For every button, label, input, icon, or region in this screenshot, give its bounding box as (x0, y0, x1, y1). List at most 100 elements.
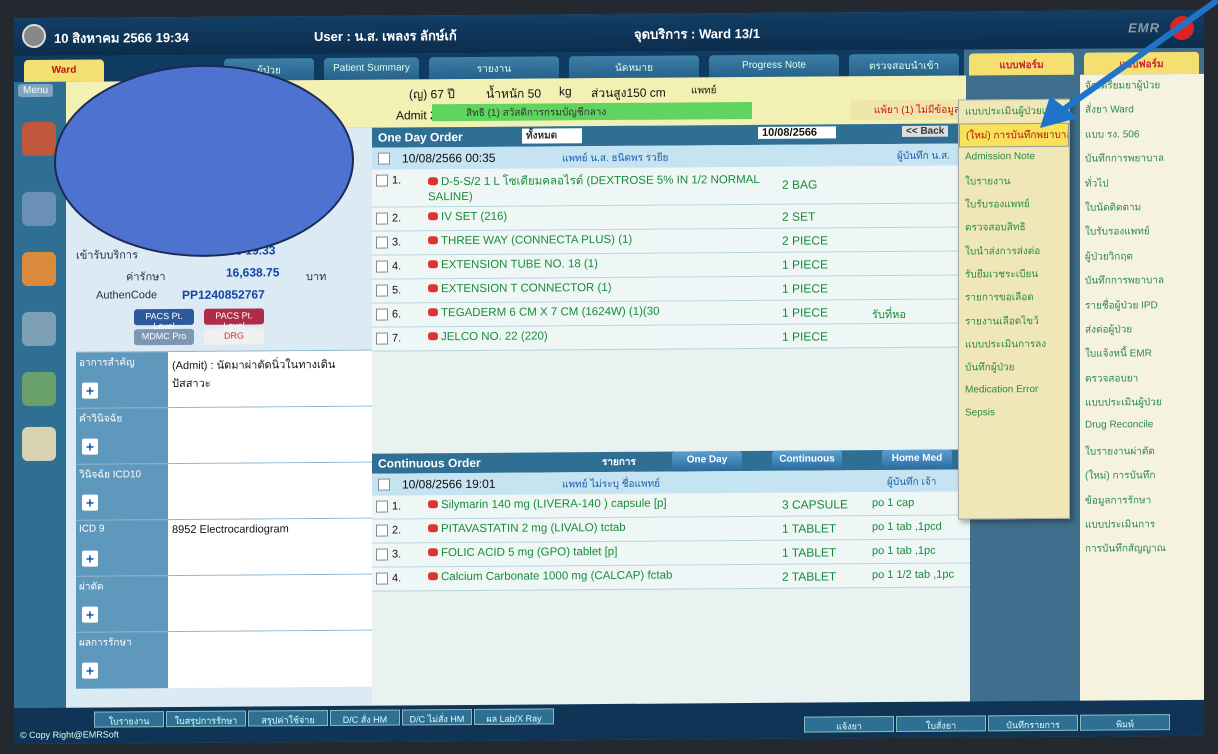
field-value[interactable] (168, 406, 372, 465)
oneday-filter-select[interactable]: ทั้งหมด (522, 128, 582, 144)
field-value[interactable] (168, 462, 372, 521)
bottom-button[interactable]: ใบสรุปการรักษา (166, 710, 246, 728)
dropdown-item[interactable]: ใบรับรองแพทย์ (959, 193, 1069, 217)
field-value[interactable]: (Admit) : นัดมาผ่าตัดนิ่วในทางเดินปัสสาว… (168, 350, 372, 409)
bottom-right-button[interactable]: พิมพ์ (1080, 714, 1170, 731)
row-checkbox[interactable] (376, 548, 388, 561)
drg-button[interactable]: DRG (204, 328, 264, 345)
tab-verify[interactable]: ตรวจสอบนำเข้า (849, 53, 959, 77)
right-menu-item[interactable]: Drug Reconcile (1080, 415, 1204, 440)
dropdown-item[interactable]: รายงานเลือดไขว้ (959, 309, 1069, 333)
user-icon[interactable]: + (82, 662, 98, 679)
bottom-right-button[interactable]: ใบสั่งยา (896, 715, 986, 732)
order-row[interactable]: 4. Calcium Carbonate 1000 mg (CALCAP) fct… (372, 563, 970, 592)
row-checkbox[interactable] (376, 212, 388, 225)
bottom-right-button[interactable]: แจ้งยา (804, 716, 894, 733)
select-all-checkbox[interactable] (378, 152, 390, 165)
right-menu-item[interactable]: ใบนัดติดตาม (1080, 196, 1204, 221)
add-icon[interactable]: + (82, 438, 98, 455)
right-menu-item[interactable]: ผู้ป่วยวิกฤต (1080, 245, 1204, 270)
right-menu-item[interactable]: ใบรับรองแพทย์ (1080, 220, 1204, 245)
money-icon[interactable] (22, 311, 56, 347)
row-checkbox[interactable] (376, 572, 388, 585)
users-icon[interactable] (22, 251, 56, 287)
drug-icon (428, 260, 438, 269)
mdmc-button[interactable]: MDMC Pro (134, 328, 194, 346)
right-menu-item[interactable]: ข้อมูลการรักษา (1080, 488, 1204, 513)
right-menu-item[interactable]: (ใหม่) การบันทึก (1080, 464, 1204, 489)
add-icon[interactable]: + (82, 606, 98, 623)
row-checkbox[interactable] (376, 174, 388, 187)
right-menu-item[interactable]: ตรวจสอบยา (1080, 367, 1204, 392)
row-checkbox[interactable] (376, 332, 388, 345)
dropdown-item[interactable]: ใบรายงาน (959, 170, 1069, 194)
order-row[interactable]: 7. JELCO NO. 22 (220) 1 PIECE (372, 323, 970, 352)
dropdown-item[interactable]: บันทึกผู้ป่วย (959, 356, 1069, 380)
bottom-button[interactable]: สรุปค่าใช้จ่าย (248, 709, 328, 727)
pacs-pt-level-button[interactable]: PACS Pt. Level (134, 308, 194, 331)
right-menu-item[interactable]: แบบประเมินการ (1080, 513, 1204, 538)
computer-icon[interactable] (22, 191, 56, 227)
bottom-right-button[interactable]: บันทึกรายการ (988, 714, 1078, 732)
dropdown-item[interactable]: ตรวจสอบสิทธิ (959, 216, 1069, 240)
tab-progress-note[interactable]: Progress Note (709, 54, 839, 78)
row-checkbox[interactable] (376, 308, 388, 321)
row-checkbox[interactable] (376, 500, 388, 513)
bottom-button[interactable]: D/C สั่ง HM (330, 709, 400, 726)
tab-report[interactable]: รายงาน (429, 56, 559, 80)
bottom-button[interactable]: D/C ไม่สั่ง HM (402, 708, 472, 726)
row-checkbox[interactable] (376, 524, 388, 537)
dropdown-item[interactable]: รับยืมเวชระเบียน (959, 263, 1069, 287)
field-value[interactable] (168, 630, 372, 689)
doctor-icon[interactable] (22, 371, 56, 407)
drug-name: THREE WAY (CONNECTA PLUS) (1) (441, 233, 633, 248)
bottom-button[interactable]: ใบรายงาน (94, 711, 164, 728)
drug-icon (428, 572, 438, 581)
field-label: ICD 9 (79, 523, 105, 535)
row-checkbox[interactable] (376, 260, 388, 273)
home-icon[interactable] (22, 121, 56, 157)
one-day-button[interactable]: One Day (672, 451, 742, 470)
dropdown-item[interactable]: ใบนำส่งการส่งต่อ (959, 240, 1069, 264)
order-row[interactable]: 1. D-5-S/2 1 L โซเดียมคลอไรด์ (DEXTROSE 5… (372, 165, 970, 208)
oneday-date-input[interactable]: 10/08/2566 (758, 126, 836, 139)
drug-qty: 1 PIECE (782, 257, 829, 272)
pacs-pt-level-button-2[interactable]: PACS Pt. Level (204, 308, 264, 331)
row-number: 1. (392, 174, 402, 187)
home-med-button[interactable]: Home Med (882, 449, 952, 469)
right-menu-item[interactable]: การบันทึกสัญญาณ (1080, 537, 1204, 562)
tab-ward[interactable]: Ward (24, 59, 104, 83)
select-all-checkbox[interactable] (378, 478, 390, 491)
right-menu-item[interactable]: ส่งต่อผู้ป่วย (1080, 318, 1204, 343)
tab-patient-summary[interactable]: Patient Summary (324, 57, 419, 80)
dropdown-item[interactable]: Medication Error (959, 379, 1069, 403)
add-icon[interactable]: + (82, 382, 98, 399)
continuous-filter[interactable]: รายการ (602, 455, 636, 470)
right-menu-item[interactable]: ทั่วไป (1080, 171, 1204, 196)
right-menu-item[interactable]: ใบแจ้งหนี้ EMR (1080, 342, 1204, 367)
dropdown-item[interactable]: รายการขอเลือด (959, 286, 1069, 310)
order-datetime: 10/08/2566 00:35 (402, 150, 496, 166)
continuous-button[interactable]: Continuous (772, 450, 842, 469)
field-icd9: ICD 9 + 8952 Electrocardiogram (76, 517, 372, 577)
bottom-button[interactable]: ผล Lab/X Ray (474, 708, 554, 725)
add-icon[interactable]: + (82, 494, 98, 511)
dropdown-item[interactable]: Sepsis (959, 403, 1069, 427)
dropdown-item[interactable]: แบบประเมินการลง (959, 333, 1069, 357)
clipboard-icon[interactable] (22, 426, 56, 462)
row-checkbox[interactable] (376, 236, 388, 249)
right-menu-item[interactable]: บันทึกการพยาบาล (1080, 147, 1204, 172)
right-menu-item[interactable]: แบบประเมินผู้ป่วย (1080, 391, 1204, 416)
field-value[interactable] (168, 574, 372, 633)
right-menu-item[interactable]: ใบรายงานผ่าตัด (1080, 440, 1204, 465)
right-menu-item[interactable]: รายชื่อผู้ป่วย IPD (1080, 293, 1204, 318)
right-menu-item[interactable]: บันทึกการพยาบาล (1080, 269, 1204, 294)
back-button[interactable]: << Back (902, 125, 949, 137)
tab-appointment[interactable]: นัดหมาย (569, 55, 699, 79)
add-icon[interactable]: + (82, 550, 98, 567)
row-checkbox[interactable] (376, 284, 388, 297)
row-number: 6. (392, 308, 402, 321)
dropdown-item[interactable]: Admission Note (959, 146, 1069, 170)
field-value[interactable]: 8952 Electrocardiogram (168, 518, 372, 577)
drug-sig: po 1 tab ,1pc (872, 544, 936, 558)
